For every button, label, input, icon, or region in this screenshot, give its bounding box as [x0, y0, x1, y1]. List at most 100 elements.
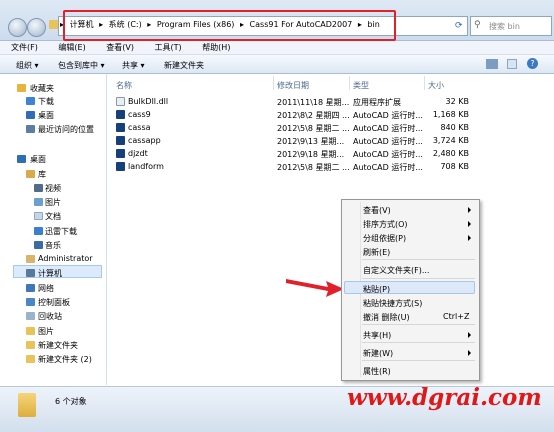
watermark: www.dgrai.com: [347, 384, 542, 411]
menu-file[interactable]: 文件(F): [11, 42, 38, 53]
nav-downloads[interactable]: 下载: [38, 96, 54, 107]
file-name: landform: [128, 162, 164, 171]
submenu-arrow-icon: [468, 332, 471, 338]
autocad-file-icon: [116, 149, 125, 158]
nav-pictures[interactable]: 图片: [45, 197, 61, 208]
file-size: 840 KB: [440, 123, 469, 132]
nav-pictures-folder[interactable]: 图片: [38, 326, 54, 337]
help-icon[interactable]: ?: [527, 58, 538, 69]
nav-music[interactable]: 音乐: [45, 240, 61, 251]
nav-control-panel[interactable]: 控制面板: [38, 297, 70, 308]
folder-icon: [26, 341, 35, 349]
menu-edit[interactable]: 编辑(E): [58, 42, 85, 53]
menu-item-new[interactable]: 新建(W): [363, 348, 393, 359]
file-row[interactable]: BulkDll.dll 2011\11\18 星期... 应用程序扩展 32 K…: [116, 96, 471, 108]
nav-network[interactable]: 网络: [38, 283, 54, 294]
submenu-arrow-icon: [468, 235, 471, 241]
folder-icon: [18, 393, 36, 417]
menu-item-customize[interactable]: 自定义文件夹(F)...: [363, 265, 429, 276]
menu-help[interactable]: 帮助(H): [202, 42, 230, 53]
file-row[interactable]: cassa 2012\5\8 星期二 ... AutoCAD 运行时... 84…: [116, 122, 471, 134]
nav-recent[interactable]: 最近访问的位置: [38, 124, 94, 135]
file-date: 2011\11\18 星期...: [277, 98, 350, 107]
menu-item-group[interactable]: 分组依据(P): [363, 233, 406, 244]
column-name[interactable]: 名称: [116, 80, 132, 91]
menu-bar: 文件(F) 编辑(E) 查看(V) 工具(T) 帮助(H): [0, 41, 554, 55]
nav-new-folder[interactable]: 新建文件夹: [38, 340, 78, 351]
menu-item-share[interactable]: 共享(H): [363, 330, 391, 341]
include-in-library-button[interactable]: 包含到库中 ▾: [58, 60, 105, 71]
autocad-file-icon: [116, 162, 125, 171]
computer-icon: [26, 269, 35, 277]
file-size: 32 KB: [445, 97, 469, 106]
menu-item-undo[interactable]: 撤消 删除(U): [363, 312, 410, 323]
file-type: AutoCAD 运行时...: [353, 124, 423, 133]
nav-computer[interactable]: 计算机: [38, 268, 62, 279]
star-icon: [17, 84, 26, 92]
nav-new-folder-2[interactable]: 新建文件夹 (2): [38, 354, 92, 365]
organize-button[interactable]: 组织 ▾: [16, 60, 39, 71]
refresh-icon[interactable]: ⟳: [455, 21, 465, 31]
search-icon: ⚲: [474, 20, 481, 30]
share-button[interactable]: 共享 ▾: [122, 60, 145, 71]
file-date: 2012\8\2 星期四 ...: [277, 111, 350, 120]
file-row[interactable]: cassapp 2012\9\13 星期... AutoCAD 运行时... 3…: [116, 135, 471, 147]
nav-documents[interactable]: 文档: [45, 211, 61, 222]
menu-separator: [362, 259, 475, 260]
nav-recycle[interactable]: 回收站: [38, 311, 62, 322]
menu-item-paste-shortcut[interactable]: 粘贴快捷方式(S): [363, 298, 422, 309]
nav-desktop[interactable]: 桌面: [38, 110, 54, 121]
menu-separator: [362, 342, 475, 343]
highlight-frame: [63, 10, 396, 41]
folder-icon: [26, 355, 35, 363]
file-date: 2012\5\8 星期二 ...: [277, 163, 350, 172]
column-date[interactable]: 修改日期: [277, 80, 309, 91]
column-size[interactable]: 大小: [428, 80, 444, 91]
video-icon: [34, 184, 43, 192]
preview-pane-icon[interactable]: [507, 59, 517, 69]
column-divider[interactable]: [349, 76, 350, 90]
file-name: BulkDll.dll: [128, 97, 169, 106]
back-button[interactable]: [8, 18, 27, 37]
menu-item-sort[interactable]: 排序方式(O): [363, 219, 408, 230]
download-icon: [26, 97, 35, 105]
menu-tools[interactable]: 工具(T): [155, 42, 182, 53]
desktop-icon: [26, 111, 35, 119]
music-icon: [34, 241, 43, 249]
search-input[interactable]: 搜索 bin: [470, 16, 552, 36]
nav-libraries[interactable]: 库: [38, 169, 46, 180]
submenu-arrow-icon: [468, 221, 471, 227]
column-divider[interactable]: [273, 76, 274, 90]
file-type: AutoCAD 运行时...: [353, 163, 423, 172]
file-row[interactable]: cass9 2012\8\2 星期四 ... AutoCAD 运行时... 1,…: [116, 109, 471, 121]
file-name: cassa: [128, 123, 151, 132]
file-size: 1,168 KB: [432, 110, 469, 119]
forward-button[interactable]: [27, 18, 46, 37]
nav-videos[interactable]: 视频: [45, 183, 61, 194]
nav-desktop-root[interactable]: 桌面: [30, 154, 46, 165]
nav-thunder[interactable]: 迅雷下载: [45, 226, 77, 237]
view-options-icon[interactable]: [486, 59, 498, 69]
file-size: 2,480 KB: [432, 149, 469, 158]
nav-favorites[interactable]: 收藏夹: [30, 83, 54, 94]
file-row[interactable]: landform 2012\5\8 星期二 ... AutoCAD 运行时...…: [116, 161, 471, 173]
file-size: 708 KB: [440, 162, 469, 171]
column-type[interactable]: 类型: [353, 80, 369, 91]
file-name: cass9: [128, 110, 151, 119]
menu-item-paste[interactable]: 粘贴(P): [363, 284, 390, 295]
column-divider[interactable]: [424, 76, 425, 90]
context-menu: 查看(V) 排序方式(O) 分组依据(P) 刷新(E) 自定义文件夹(F)...…: [341, 199, 480, 381]
menu-view[interactable]: 查看(V): [106, 42, 134, 53]
recent-places-icon: [26, 125, 35, 133]
menu-item-refresh[interactable]: 刷新(E): [363, 247, 390, 258]
control-panel-icon: [26, 298, 35, 306]
menu-item-view[interactable]: 查看(V): [363, 205, 391, 216]
new-folder-button[interactable]: 新建文件夹: [164, 60, 204, 71]
file-date: 2012\9\13 星期...: [277, 137, 345, 146]
file-type: AutoCAD 运行时...: [353, 111, 423, 120]
autocad-file-icon: [116, 136, 125, 145]
autocad-file-icon: [116, 123, 125, 132]
menu-item-properties[interactable]: 属性(R): [363, 366, 391, 377]
nav-admin[interactable]: Administrator: [38, 254, 93, 263]
file-row[interactable]: djzdt 2012\9\18 星期... AutoCAD 运行时... 2,4…: [116, 148, 471, 160]
